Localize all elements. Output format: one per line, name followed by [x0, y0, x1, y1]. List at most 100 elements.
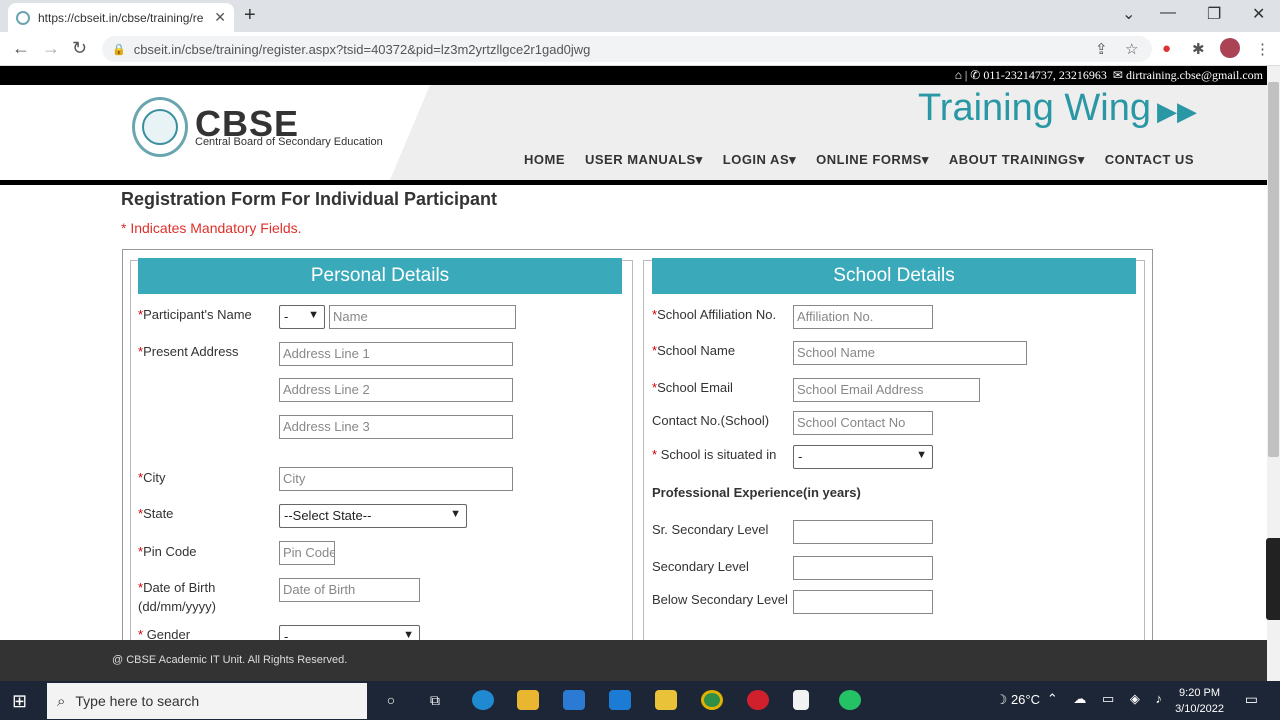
nav-login-as[interactable]: LOGIN AS▾: [723, 152, 796, 168]
dob-format-hint: (dd/mm/yyyy): [138, 599, 216, 614]
browser-tab[interactable]: https://cbseit.in/cbse/training/re ✕: [8, 3, 234, 32]
salutation-select[interactable]: - ▼: [279, 305, 325, 329]
browser-menu-icon[interactable]: ⋮: [1255, 40, 1270, 58]
minimize-button[interactable]: —: [1160, 4, 1176, 22]
nav-online-forms[interactable]: ONLINE FORMS▾: [816, 152, 929, 168]
close-tab-icon[interactable]: ✕: [214, 9, 226, 26]
windows-start-icon[interactable]: ⊞: [12, 691, 27, 712]
cortana-icon[interactable]: ○: [380, 690, 402, 710]
brand-subtitle: Central Board of Secondary Education: [195, 136, 383, 148]
browser-toolbar: ← → ↻ 🔒 cbseit.in/cbse/training/register…: [0, 32, 1280, 66]
main-nav: HOME USER MANUALS▾ LOGIN AS▾ ONLINE FORM…: [524, 152, 1214, 168]
caret-down-icon: ▾: [921, 152, 929, 167]
address-line-1-input[interactable]: Address Line 1: [279, 342, 513, 366]
moon-icon: ☽: [995, 692, 1011, 707]
tab-title: https://cbseit.in/cbse/training/re: [38, 10, 204, 25]
training-wing-text: Training Wing: [918, 87, 1152, 129]
contact-email[interactable]: dirtraining.cbse@gmail.com: [1126, 68, 1263, 82]
personal-details-heading: Personal Details: [138, 258, 622, 294]
back-button[interactable]: ←: [12, 38, 30, 59]
dob-input[interactable]: Date of Birth: [279, 578, 420, 602]
taskbar-search-placeholder: Type here to search: [75, 693, 200, 709]
nav-user-manuals[interactable]: USER MANUALS▾: [585, 152, 703, 168]
clock[interactable]: 9:20 PM 3/10/2022: [1175, 685, 1224, 717]
pin-code-label: *Pin Code: [138, 544, 197, 559]
notification-icon[interactable]: ▭: [1245, 691, 1258, 708]
tab-search-chevron-icon[interactable]: ⌄: [1122, 4, 1135, 24]
profile-avatar[interactable]: [1220, 38, 1240, 58]
phone-icon: ✆: [970, 68, 981, 82]
situated-in-select[interactable]: - ▼: [793, 445, 933, 469]
new-tab-button[interactable]: +: [244, 4, 256, 27]
school-contact-input[interactable]: School Contact No: [793, 411, 933, 435]
city-input[interactable]: City: [279, 467, 513, 491]
pin-code-input[interactable]: Pin Code: [279, 541, 335, 565]
address-bar[interactable]: 🔒 cbseit.in/cbse/training/register.aspx?…: [102, 36, 1152, 62]
secondary-label: Secondary Level: [652, 559, 749, 574]
nav-about-trainings[interactable]: ABOUT TRAININGS▾: [949, 152, 1085, 168]
school-email-input[interactable]: School Email Address: [793, 378, 980, 402]
dob-label: *Date of Birth: [138, 580, 216, 595]
tray-icons[interactable]: ⌃ ☁ ▭ ◈ ♪: [1047, 691, 1168, 707]
address-line-3-input[interactable]: Address Line 3: [279, 415, 513, 439]
url-text: cbseit.in/cbse/training/register.aspx?ts…: [133, 41, 591, 57]
task-view-icon[interactable]: ⧉: [424, 690, 446, 710]
sticky-notes-icon[interactable]: [655, 690, 677, 710]
chevron-down-icon: ▼: [308, 309, 319, 321]
file-explorer-icon[interactable]: [517, 690, 539, 710]
page-title: Registration Form For Individual Partici…: [121, 189, 498, 209]
document-icon[interactable]: [793, 690, 809, 710]
opera-icon[interactable]: [747, 690, 769, 710]
name-input[interactable]: Name: [329, 305, 516, 329]
site-footer: @ CBSE Academic IT Unit. All Rights Rese…: [0, 640, 1267, 681]
phone-number: 011-23214737, 23216963: [983, 68, 1107, 82]
affiliation-label: *School Affiliation No.: [652, 307, 777, 322]
taskbar-search[interactable]: ⌕ Type here to search: [47, 683, 367, 719]
browser-tab-bar: https://cbseit.in/cbse/training/re ✕ + ⌄…: [0, 0, 1280, 32]
professional-experience-heading: Professional Experience(in years): [652, 485, 861, 500]
sr-secondary-input[interactable]: [793, 520, 933, 544]
state-select[interactable]: --Select State-- ▼: [279, 504, 467, 528]
mail-app-icon[interactable]: [609, 690, 631, 710]
nav-home[interactable]: HOME: [524, 152, 565, 168]
bookmark-star-icon[interactable]: ☆: [1125, 40, 1138, 58]
affiliation-input[interactable]: Affiliation No.: [793, 305, 933, 329]
caret-down-icon: ▾: [789, 152, 797, 167]
search-icon: ⌕: [57, 692, 66, 710]
home-icon[interactable]: ⌂: [955, 68, 962, 82]
side-panel-handle[interactable]: [1266, 538, 1280, 620]
chevron-down-icon: ▼: [450, 508, 461, 520]
header-divider: [0, 180, 1267, 185]
scrollbar-thumb[interactable]: [1268, 82, 1279, 457]
close-window-button[interactable]: ✕: [1252, 4, 1265, 24]
school-name-label: *School Name: [652, 343, 736, 358]
city-label: *City: [138, 470, 166, 485]
restore-button[interactable]: ❐: [1207, 4, 1221, 24]
secondary-input[interactable]: [793, 556, 933, 580]
weather-widget[interactable]: ☽ 26°C: [996, 692, 1040, 708]
reload-button[interactable]: ↻: [72, 38, 87, 59]
address-line-2-input[interactable]: Address Line 2: [279, 378, 513, 402]
chevron-down-icon: ▼: [916, 449, 927, 461]
play-arrow-icon: ▶▶: [1157, 96, 1198, 126]
edge-icon[interactable]: [472, 690, 494, 710]
store-icon[interactable]: [563, 690, 585, 710]
below-secondary-label: Below Secondary Level: [652, 592, 788, 607]
cbse-logo[interactable]: [132, 97, 188, 157]
school-name-input[interactable]: School Name: [793, 341, 1027, 365]
share-icon[interactable]: ⇪: [1095, 40, 1108, 58]
site-favicon-icon: [16, 10, 30, 25]
extensions-puzzle-icon[interactable]: ✱: [1192, 40, 1205, 58]
whatsapp-icon[interactable]: [839, 690, 861, 710]
below-secondary-input[interactable]: [793, 590, 933, 614]
chrome-icon[interactable]: [701, 690, 723, 710]
sr-secondary-label: Sr. Secondary Level: [652, 522, 769, 537]
contact-strip: ⌂ | ✆ 011-23214737, 23216963 ✉ dirtraini…: [0, 66, 1267, 85]
extension-icon[interactable]: ●: [1162, 40, 1171, 57]
mail-icon: ✉: [1109, 68, 1123, 82]
training-wing-title: Training Wing ▶▶: [918, 87, 1197, 130]
forward-button[interactable]: →: [42, 38, 60, 59]
nav-contact-us[interactable]: CONTACT US: [1105, 152, 1194, 168]
state-label: *State: [138, 506, 174, 521]
caret-down-icon: ▾: [695, 152, 703, 167]
